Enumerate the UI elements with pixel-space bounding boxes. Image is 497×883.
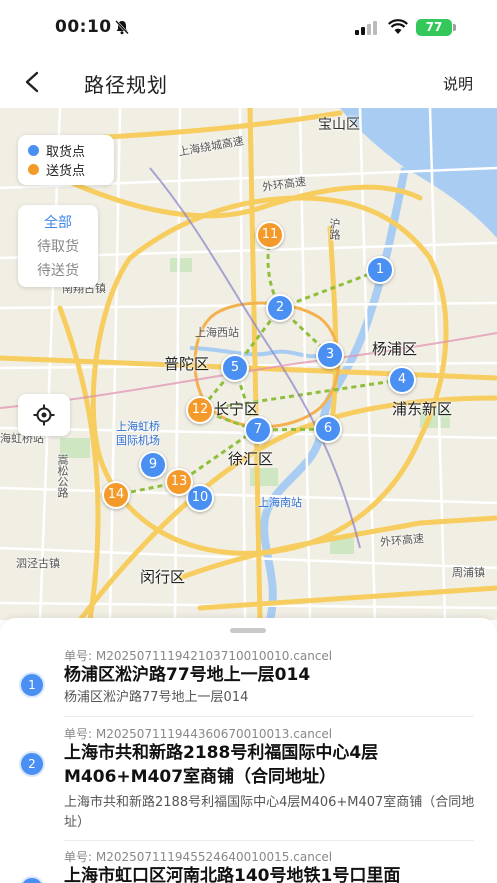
- order-divider: [64, 716, 474, 717]
- map-label-minhang: 闵行区: [140, 568, 186, 586]
- page-title: 路径规划: [84, 73, 168, 97]
- order-subtitle: 杨浦区淞沪路77号地上一层014: [64, 690, 249, 705]
- order-badge: 3: [19, 876, 45, 883]
- order-badge: 1: [19, 672, 45, 698]
- legend-pickup: 取货点: [28, 141, 104, 160]
- map-label-sijing: 泗泾古镇: [16, 557, 60, 570]
- order-title: 上海市虹口区河南北路140号地铁1号口里面: [64, 866, 401, 883]
- battery-indicator: 77: [416, 19, 452, 36]
- wifi-icon: [388, 19, 408, 34]
- locate-button[interactable]: [18, 394, 70, 436]
- map-label-south-station: 上海南站: [258, 496, 302, 509]
- legend-delivery: 送货点: [28, 160, 104, 179]
- filter-pending-pickup[interactable]: 待取货: [18, 235, 98, 259]
- order-title: 杨浦区淞沪路77号地上一层014: [64, 665, 311, 685]
- map-label-road-hu: 沪路: [328, 218, 341, 240]
- map-marker-14[interactable]: 14: [102, 481, 130, 509]
- map-label-xuhui: 徐汇区: [228, 450, 274, 468]
- map-label-pudong: 浦东新区: [392, 400, 453, 418]
- map-label-baoshan: 宝山区: [318, 117, 360, 133]
- map-marker-4[interactable]: 4: [388, 366, 416, 394]
- map-marker-1[interactable]: 1: [366, 256, 394, 284]
- status-bar: 00:10 77: [0, 0, 497, 56]
- map-legend: 取货点 送货点: [18, 135, 114, 185]
- point-filter: 全部 待取货 待送货: [18, 205, 98, 287]
- order-divider: [64, 840, 474, 841]
- order-list-sheet[interactable]: 单号: M20250711194210371001001​0.cancel 1 …: [0, 618, 497, 883]
- map-label-songpu: 嵩松公路: [56, 454, 69, 498]
- map-label-putuo: 普陀区: [164, 355, 210, 373]
- nav-bar: 路径规划 说明: [0, 56, 497, 108]
- map-marker-7[interactable]: 7: [244, 416, 272, 444]
- cellular-signal-icon: [355, 21, 377, 35]
- map-marker-2[interactable]: 2: [266, 294, 294, 322]
- map-marker-6[interactable]: 6: [314, 415, 342, 443]
- map-marker-9[interactable]: 9: [139, 451, 167, 479]
- legend-delivery-label: 送货点: [46, 164, 86, 179]
- help-link[interactable]: 说明: [443, 73, 473, 94]
- map-marker-3[interactable]: 3: [316, 341, 344, 369]
- map-label-shanghai-station: 上海西站: [195, 326, 239, 339]
- sheet-drag-handle[interactable]: [230, 628, 266, 633]
- order-subtitle: 上海市共和新路2188号利福国际中心4层M406+M407室商铺（合同地址）: [64, 795, 475, 830]
- map-marker-12[interactable]: 12: [186, 396, 214, 424]
- back-arrow-icon[interactable]: [22, 71, 42, 93]
- order-number: 单号: M20250711194210371001001​0.cancel: [64, 649, 333, 663]
- map-label-hongqiao-airport: 上海虹桥 国际机场: [116, 420, 160, 447]
- filter-all[interactable]: 全部: [18, 211, 98, 235]
- order-title: 上海市共和新路2188号利福国际中心4层M406+M407室商铺（合同地址）: [64, 743, 379, 787]
- map-label-zhoupu: 周浦镇: [452, 566, 485, 579]
- filter-pending-delivery[interactable]: 待送货: [18, 259, 98, 283]
- status-time: 00:10: [55, 17, 112, 37]
- route-map[interactable]: 宝山区 上海绕城高速 外环高速 沪路 上海西站 普陀区 杨浦区 长宁区 浦东新区…: [0, 108, 497, 620]
- delivery-dot-icon: [28, 164, 39, 175]
- legend-pickup-label: 取货点: [46, 145, 86, 160]
- locate-crosshair-icon: [33, 404, 55, 426]
- map-marker-11[interactable]: 11: [256, 221, 284, 249]
- order-number: 单号: M20250711194436067001001​3.cancel: [64, 727, 333, 741]
- bell-muted-icon: [115, 20, 129, 35]
- map-label-yangpu: 杨浦区: [372, 340, 418, 358]
- battery-tip: [453, 24, 456, 31]
- map-marker-13[interactable]: 13: [165, 468, 193, 496]
- order-badge: 2: [19, 751, 45, 777]
- order-number: 单号: M20250711194552464001001​5.cancel: [64, 850, 333, 864]
- map-marker-5[interactable]: 5: [221, 354, 249, 382]
- pickup-dot-icon: [28, 145, 39, 156]
